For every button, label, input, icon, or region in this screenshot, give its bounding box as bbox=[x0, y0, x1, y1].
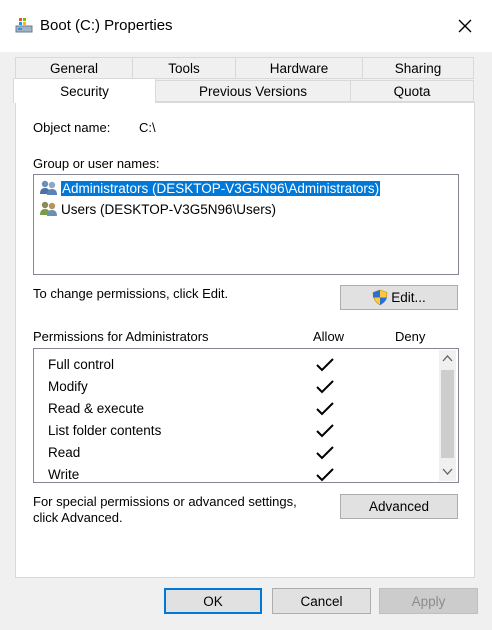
users-icon bbox=[40, 180, 57, 195]
permissions-scrollbar[interactable] bbox=[439, 350, 456, 481]
allow-check-icon bbox=[316, 358, 334, 372]
allow-check-icon bbox=[316, 424, 334, 438]
allow-check-icon bbox=[316, 402, 334, 416]
tab-security[interactable]: Security bbox=[13, 78, 156, 103]
edit-button-label: Edit... bbox=[391, 290, 426, 305]
object-name-value: C:\ bbox=[139, 120, 156, 135]
user-name: Users (DESKTOP-V3G5N96\Users) bbox=[61, 201, 277, 217]
scroll-up-icon[interactable] bbox=[442, 355, 453, 362]
tab-quota[interactable]: Quota bbox=[350, 80, 474, 102]
apply-button[interactable]: Apply bbox=[379, 588, 478, 614]
ok-button[interactable]: OK bbox=[164, 588, 262, 614]
deny-header: Deny bbox=[395, 329, 426, 344]
permissions-label: Permissions for Administrators bbox=[33, 329, 209, 344]
allow-header: Allow bbox=[313, 329, 345, 344]
scrollbar-thumb[interactable] bbox=[441, 370, 454, 458]
users-icon bbox=[40, 201, 57, 216]
list-item-administrators[interactable]: Administrators (DESKTOP-V3G5N96\Administ… bbox=[39, 178, 381, 198]
special-permissions-text-line2: click Advanced. bbox=[33, 510, 123, 525]
scroll-down-icon[interactable] bbox=[442, 468, 453, 475]
tab-tools[interactable]: Tools bbox=[132, 57, 236, 79]
permission-row-read: Read bbox=[48, 441, 80, 463]
tab-previous-versions[interactable]: Previous Versions bbox=[155, 80, 351, 102]
tab-general[interactable]: General bbox=[15, 57, 133, 79]
permission-row-modify: Modify bbox=[48, 375, 88, 397]
permission-row-write: Write bbox=[48, 463, 80, 482]
shield-icon bbox=[372, 289, 388, 306]
user-name: Administrators (DESKTOP-V3G5N96\Administ… bbox=[61, 180, 381, 196]
permission-name: List folder contents bbox=[48, 422, 162, 438]
change-permissions-text: To change permissions, click Edit. bbox=[33, 286, 229, 301]
permission-name: Write bbox=[48, 466, 80, 482]
user-list[interactable]: Administrators (DESKTOP-V3G5N96\Administ… bbox=[33, 174, 459, 275]
group-label: Group or user names: bbox=[33, 156, 160, 171]
tab-sharing[interactable]: Sharing bbox=[362, 57, 474, 79]
advanced-button[interactable]: Advanced bbox=[340, 494, 458, 519]
special-permissions-text-line1: For special permissions or advanced sett… bbox=[33, 494, 297, 509]
list-item-users[interactable]: Users (DESKTOP-V3G5N96\Users) bbox=[39, 199, 276, 219]
close-icon bbox=[458, 19, 472, 33]
permission-row-list-folder: List folder contents bbox=[48, 419, 161, 441]
drive-icon bbox=[15, 17, 33, 35]
close-button[interactable] bbox=[440, 5, 490, 47]
permissions-list[interactable]: Full control Modify Read & execute List … bbox=[33, 348, 459, 483]
window-title: Boot (C:) Properties bbox=[40, 17, 173, 34]
permission-name: Read & execute bbox=[48, 400, 145, 416]
object-name-label: Object name: bbox=[33, 120, 111, 135]
cancel-button[interactable]: Cancel bbox=[272, 588, 371, 614]
allow-check-icon bbox=[316, 468, 334, 482]
allow-check-icon bbox=[316, 380, 334, 394]
edit-button[interactable]: Edit... bbox=[340, 285, 458, 310]
tab-hardware[interactable]: Hardware bbox=[235, 57, 363, 79]
permission-row-full-control: Full control bbox=[48, 353, 114, 375]
permission-name: Modify bbox=[48, 378, 88, 394]
permission-name: Read bbox=[48, 444, 81, 460]
permission-row-read-execute: Read & execute bbox=[48, 397, 144, 419]
allow-check-icon bbox=[316, 446, 334, 460]
permission-name: Full control bbox=[48, 356, 115, 372]
